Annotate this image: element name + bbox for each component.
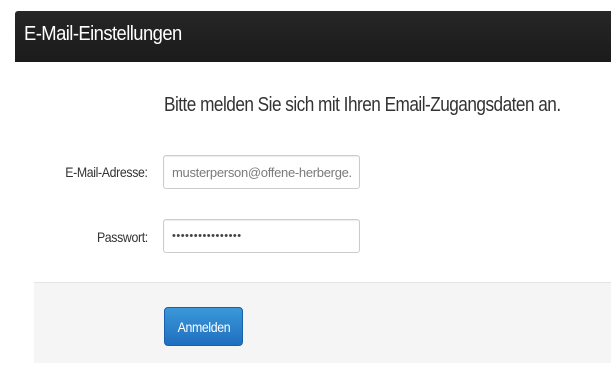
form-actions-area [34,282,611,363]
login-button[interactable]: Anmelden [164,307,243,346]
password-label: Passwort: [97,229,148,245]
email-field[interactable] [163,155,360,189]
password-field[interactable] [163,219,360,253]
email-settings-page: E-Mail-Einstellungen Bitte melden Sie si… [0,0,611,365]
login-button-label: Anmelden [177,318,230,335]
page-title: E-Mail-Einstellungen [24,23,182,45]
page-header: E-Mail-Einstellungen [15,11,611,62]
email-label: E-Mail-Adresse: [65,164,149,180]
login-instructions: Bitte melden Sie sich mit Ihren Email-Zu… [164,94,561,116]
